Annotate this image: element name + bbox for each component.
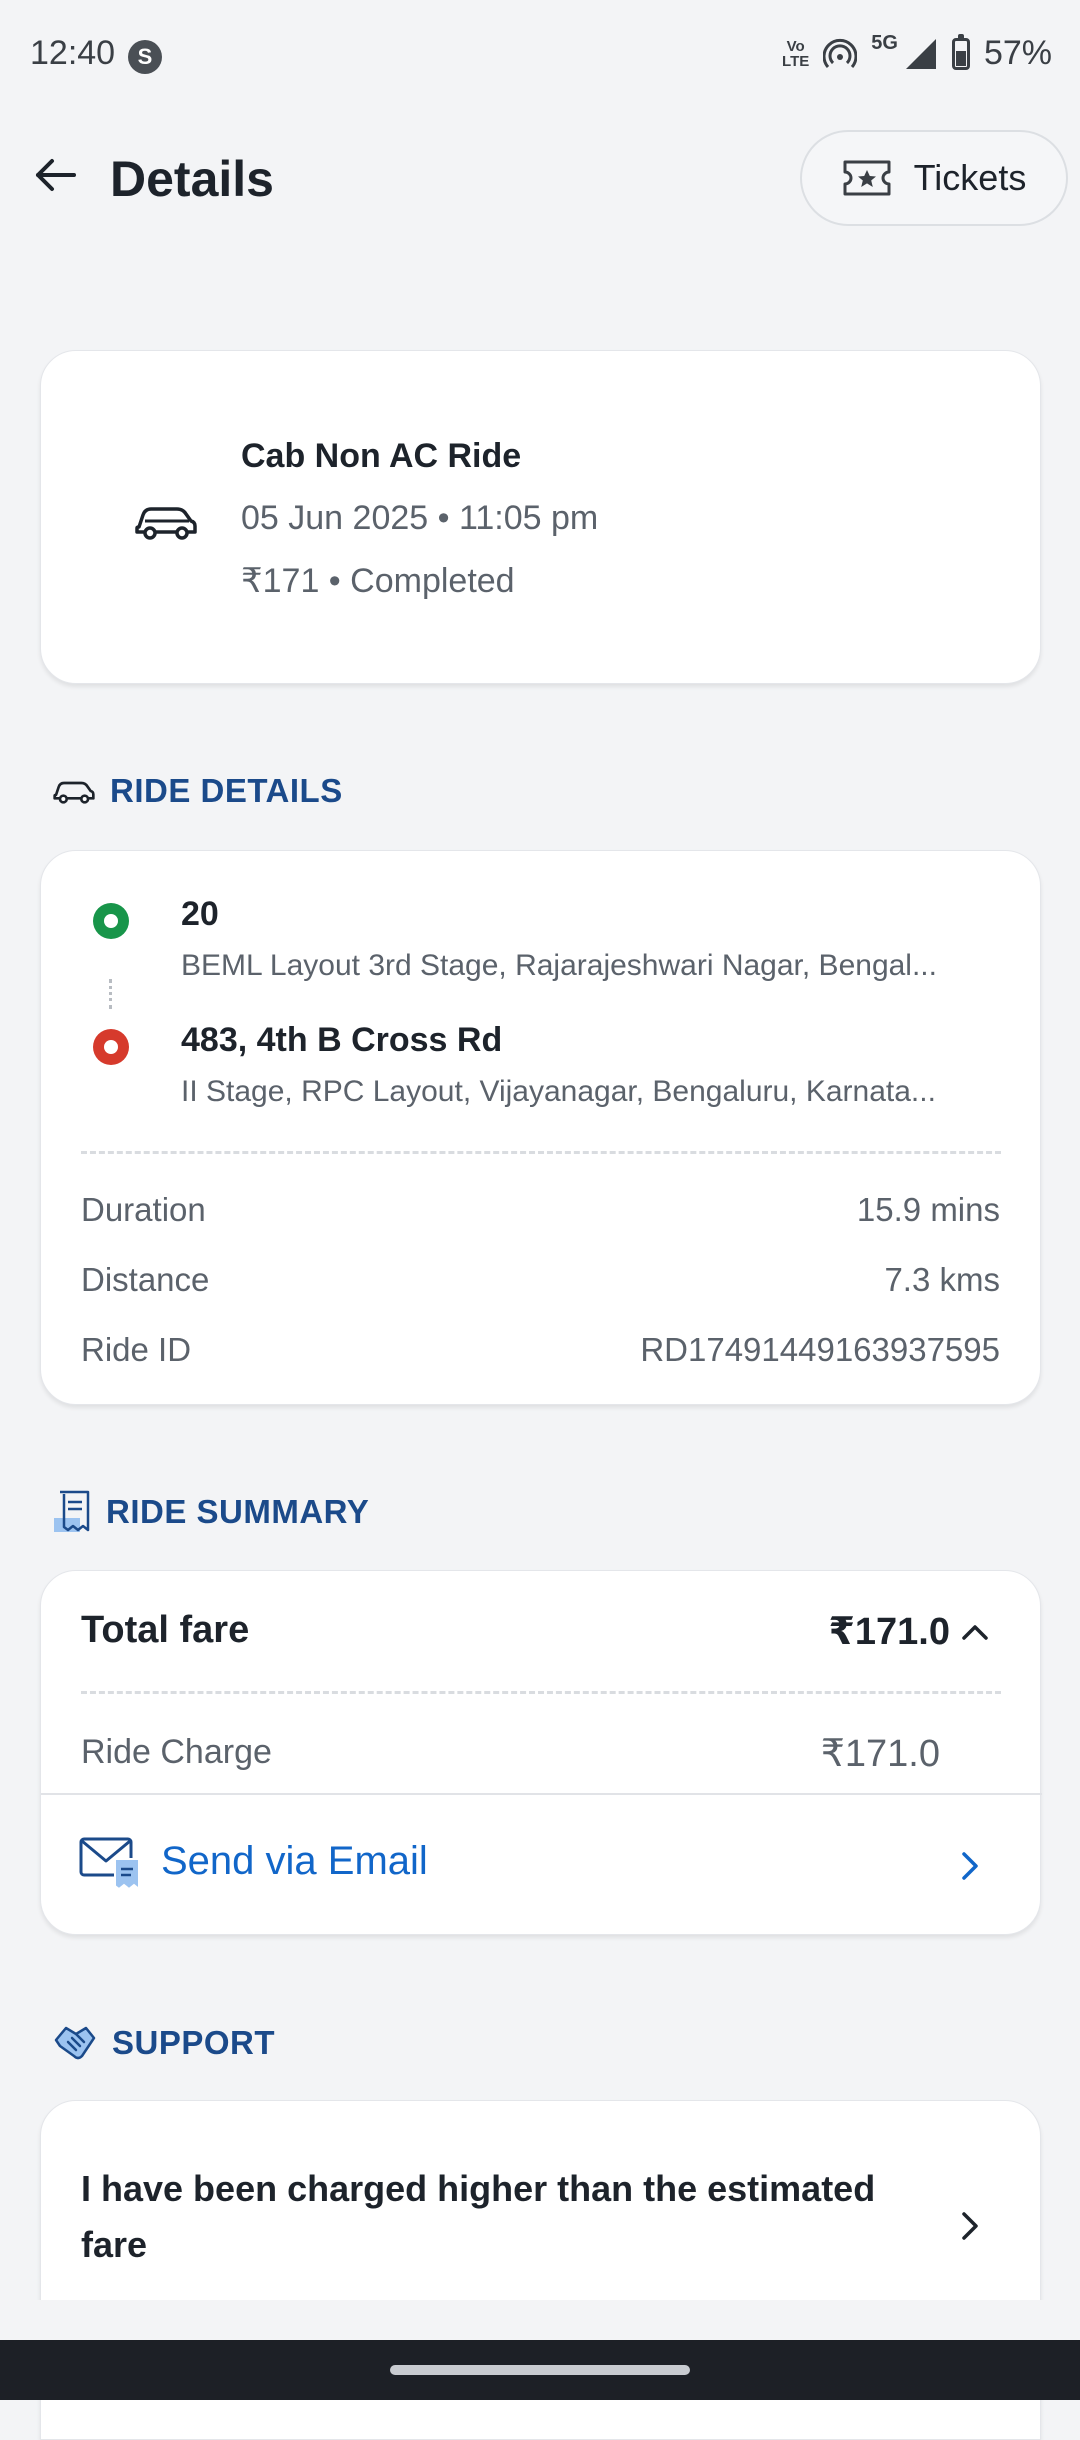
drop-address: II Stage, RPC Layout, Vijayanagar, Benga… [181,1075,936,1108]
support-item-label: I have been charged higher than the esti… [81,2168,876,2265]
ride-fare-status: ₹171 • Completed [241,562,515,600]
status-time: 12:40 [30,34,116,72]
ride-type: Cab Non AC Ride [241,437,522,475]
back-arrow-icon[interactable] [30,150,80,200]
status-right-icons: Vo LTE 5G 57% [782,32,1052,73]
app-notification-icon: S [128,40,162,74]
handshake-icon [54,2026,96,2060]
send-email-link[interactable]: Send via Email [161,1839,428,1884]
duration-value: 15.9 mins [856,1191,1000,1228]
battery-percent: 57% [983,34,1052,72]
ride-charge-label: Ride Charge [81,1733,272,1771]
support-heading-label: SUPPORT [112,2024,276,2061]
dashed-divider [81,1691,1001,1694]
support-heading: SUPPORT [52,2022,275,2064]
ride-id-label: Ride ID [81,1331,192,1368]
ride-id-value: RD17491449163937595 [640,1331,1000,1368]
car-icon [135,507,197,540]
car-small-icon [53,781,95,804]
ticket-icon [843,160,891,196]
dashed-divider [81,1151,1001,1154]
hotspot-icon [823,38,858,68]
total-fare-label: Total fare [81,1609,250,1651]
chevron-right-icon[interactable] [960,2211,980,2241]
bottom-fade [0,2300,1080,2340]
tickets-button[interactable]: Tickets [800,130,1068,226]
chevron-right-icon[interactable] [960,1851,980,1881]
ride-summary-card[interactable]: Cab Non AC Ride 05 Jun 2025 • 11:05 pm ₹… [40,350,1041,684]
tickets-label: Tickets [913,157,1027,198]
duration-label: Duration [81,1191,206,1228]
battery-icon [951,33,970,70]
ride-details-card: 20 BEML Layout 3rd Stage, Rajarajeshwari… [40,850,1041,1405]
total-fare-value: ₹171.0 [828,1611,950,1653]
ride-datetime: 05 Jun 2025 • 11:05 pm [241,499,599,537]
route-connector [109,979,116,1009]
receipt-icon [54,1490,90,1532]
drop-title: 483, 4th B Cross Rd [181,1021,503,1059]
page-title: Details [110,151,274,207]
drop-dot-icon [93,1029,129,1065]
ride-charge-value: ₹171.0 [820,1733,940,1775]
pickup-dot-icon [93,903,129,939]
network-type: 5G [871,32,898,54]
fare-summary-card: Total fare ₹171.0 Ride Charge ₹171.0 Sen… [40,1570,1042,1935]
ride-summary-heading: RIDE SUMMARY [52,1490,369,1534]
ride-details-heading-label: RIDE DETAILS [110,772,343,809]
chevron-up-icon[interactable] [960,1621,990,1643]
signal-icon [905,38,936,69]
ride-details-heading: RIDE DETAILS [52,772,343,810]
home-indicator[interactable] [390,2365,690,2375]
volte-icon: Vo LTE [782,37,810,70]
pickup-title: 20 [181,895,219,933]
ride-summary-heading-label: RIDE SUMMARY [106,1493,370,1530]
divider [41,1793,1042,1795]
distance-label: Distance [81,1261,210,1298]
status-bar: 12:40 S Vo LTE 5G 57% [0,0,1080,110]
distance-value: 7.3 kms [884,1261,1000,1298]
email-icon [79,1837,140,1891]
pickup-address: BEML Layout 3rd Stage, Rajarajeshwari Na… [181,949,937,982]
